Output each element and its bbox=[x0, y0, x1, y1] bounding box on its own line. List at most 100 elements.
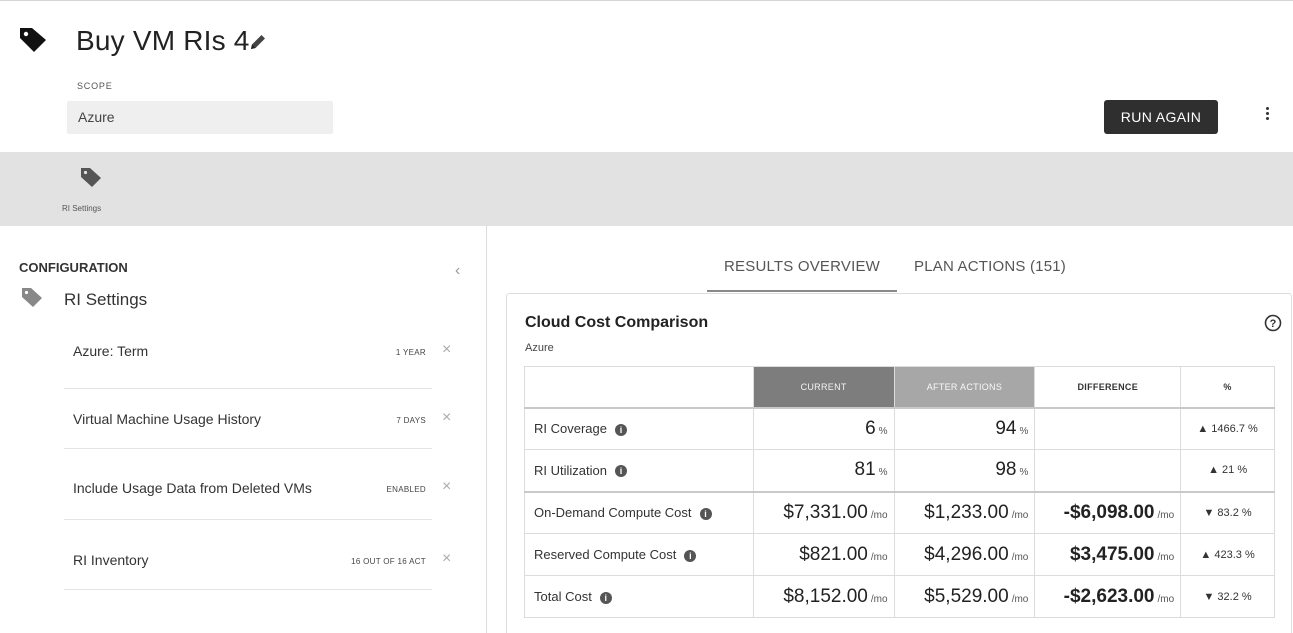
tag-icon bbox=[81, 168, 101, 187]
current-value: 81% bbox=[752, 449, 895, 492]
current-amount: $8,152.00 bbox=[783, 585, 868, 607]
scope-field[interactable]: Azure bbox=[67, 101, 333, 134]
difference-value: -$6,098.00/mo bbox=[1034, 490, 1182, 534]
settings-strip: RI Settings bbox=[0, 152, 1293, 226]
table-row: RI Coverage i 6% 94% ▲ 1466.7 % bbox=[524, 406, 1275, 450]
row-label-text: On-Demand Compute Cost bbox=[534, 505, 692, 521]
after-value: $1,233.00/mo bbox=[893, 490, 1036, 534]
tab-results-overview[interactable]: RESULTS OVERVIEW bbox=[724, 258, 880, 275]
difference-unit: /mo bbox=[1157, 593, 1175, 605]
current-value: $8,152.00/mo bbox=[752, 575, 895, 618]
current-value: $821.00/mo bbox=[752, 533, 895, 576]
setting-name: Azure: Term bbox=[73, 343, 149, 359]
setting-row[interactable]: Include Usage Data from Deleted VMs ENAB… bbox=[64, 460, 451, 520]
strip-item-ri-settings[interactable]: RI Settings bbox=[58, 160, 124, 218]
after-amount: 98 bbox=[995, 459, 1017, 481]
setting-value: 1 YEAR bbox=[395, 348, 426, 357]
run-again-button[interactable]: RUN AGAIN bbox=[1104, 100, 1218, 134]
current-amount: 6 bbox=[865, 417, 876, 439]
difference-amount: $3,475.00 bbox=[1069, 543, 1155, 565]
configuration-title: CONFIGURATION bbox=[19, 260, 128, 275]
row-label-text: RI Utilization bbox=[534, 462, 607, 478]
row-label: RI Utilization i bbox=[524, 449, 754, 492]
after-unit: /mo bbox=[1011, 593, 1029, 605]
setting-value: ENABLED bbox=[386, 485, 426, 494]
info-icon[interactable]: i bbox=[684, 549, 697, 562]
ri-settings-title: RI Settings bbox=[64, 290, 148, 309]
cloud-cost-comparison-card: Cloud Cost Comparison Azure ? CURRENT AF… bbox=[506, 293, 1292, 633]
table-row: Reserved Compute Cost i $821.00/mo $4,296… bbox=[524, 533, 1275, 576]
plan-header: Buy VM RIs 4 SCOPE Azure RUN AGAIN bbox=[0, 0, 1293, 152]
svg-text:?: ? bbox=[1270, 318, 1277, 330]
column-header-percent: % bbox=[1180, 366, 1275, 408]
row-label: On-Demand Compute Cost i bbox=[524, 490, 754, 534]
current-unit: /mo bbox=[870, 551, 888, 563]
setting-name: Include Usage Data from Deleted VMs bbox=[73, 480, 312, 496]
current-unit: /mo bbox=[870, 593, 888, 605]
question-circle-icon[interactable]: ? bbox=[1264, 314, 1282, 332]
current-value: 6% bbox=[752, 406, 895, 450]
column-header-difference: DIFFERENCE bbox=[1034, 366, 1182, 408]
after-amount: 94 bbox=[995, 417, 1017, 439]
info-icon[interactable]: i bbox=[599, 591, 612, 604]
table-row: On-Demand Compute Cost i $7,331.00/mo $1,… bbox=[524, 490, 1275, 534]
cost-comparison-table: CURRENT AFTER ACTIONS DIFFERENCE % RI Co… bbox=[524, 366, 1275, 618]
setting-row[interactable]: RI Inventory 16 OUT OF 16 ACT × bbox=[64, 530, 451, 590]
table-row: RI Utilization i 81% 98% ▲ 21 % bbox=[524, 449, 1275, 492]
after-unit: /mo bbox=[1011, 551, 1029, 563]
percent-change: ▲ 1466.7 % bbox=[1180, 406, 1275, 450]
current-unit: % bbox=[878, 425, 888, 437]
setting-row[interactable]: Virtual Machine Usage History 7 DAYS × bbox=[64, 389, 451, 449]
table-row: Total Cost i $8,152.00/mo $5,529.00/mo -$… bbox=[524, 575, 1275, 618]
setting-name: RI Inventory bbox=[73, 552, 149, 568]
difference-value bbox=[1034, 406, 1182, 450]
difference-amount: -$6,098.00 bbox=[1063, 501, 1155, 523]
difference-unit: /mo bbox=[1157, 509, 1175, 521]
setting-row[interactable]: Azure: Term 1 YEAR × bbox=[64, 329, 451, 389]
configuration-panel: CONFIGURATION ‹ RI Settings Azure: Term … bbox=[0, 226, 487, 633]
plan-title: Buy VM RIs 4 bbox=[76, 25, 250, 56]
chevron-left-icon[interactable]: ‹ bbox=[455, 263, 467, 279]
current-unit: /mo bbox=[870, 509, 888, 521]
row-label-text: RI Coverage bbox=[534, 421, 607, 437]
tag-icon bbox=[22, 288, 42, 307]
close-icon[interactable]: × bbox=[442, 341, 451, 359]
info-icon[interactable]: i bbox=[614, 465, 627, 478]
setting-name: Virtual Machine Usage History bbox=[73, 411, 262, 427]
percent-change: ▲ 21 % bbox=[1180, 449, 1275, 492]
row-label: Total Cost i bbox=[524, 575, 754, 618]
close-icon[interactable]: × bbox=[442, 478, 451, 496]
pencil-icon[interactable] bbox=[248, 32, 268, 52]
after-unit: % bbox=[1019, 467, 1029, 479]
row-label: RI Coverage i bbox=[524, 406, 754, 450]
setting-value: 16 OUT OF 16 ACT bbox=[351, 557, 426, 566]
after-value: 98% bbox=[893, 449, 1036, 492]
info-icon[interactable]: i bbox=[699, 507, 712, 520]
difference-amount: -$2,623.00 bbox=[1063, 585, 1155, 607]
tag-icon bbox=[20, 28, 46, 52]
difference-value: $3,475.00/mo bbox=[1034, 533, 1182, 576]
results-panel: RESULTS OVERVIEW PLAN ACTIONS (151) Clou… bbox=[488, 226, 1293, 633]
table-header-row: CURRENT AFTER ACTIONS DIFFERENCE % bbox=[524, 366, 1275, 408]
row-label: Reserved Compute Cost i bbox=[524, 533, 754, 576]
row-label-text: Reserved Compute Cost bbox=[534, 547, 677, 562]
after-value: $4,296.00/mo bbox=[893, 533, 1036, 576]
kebab-menu-icon[interactable] bbox=[1262, 105, 1272, 127]
close-icon[interactable]: × bbox=[442, 409, 451, 427]
after-amount: $5,529.00 bbox=[924, 585, 1009, 607]
percent-change: ▼ 32.2 % bbox=[1180, 575, 1275, 618]
difference-value bbox=[1034, 449, 1182, 492]
current-amount: $821.00 bbox=[799, 543, 868, 565]
scope-label: SCOPE bbox=[77, 81, 113, 91]
tab-plan-actions[interactable]: PLAN ACTIONS (151) bbox=[914, 258, 1066, 275]
setting-value: 7 DAYS bbox=[396, 416, 426, 425]
card-subtitle: Azure bbox=[525, 342, 554, 354]
card-title: Cloud Cost Comparison bbox=[525, 314, 709, 331]
column-header-blank bbox=[524, 366, 754, 408]
close-icon[interactable]: × bbox=[442, 550, 451, 568]
info-icon[interactable]: i bbox=[614, 423, 627, 436]
column-header-current: CURRENT bbox=[752, 366, 895, 408]
current-amount: 81 bbox=[854, 459, 876, 481]
strip-item-label: RI Settings bbox=[62, 204, 102, 213]
current-unit: % bbox=[878, 467, 888, 479]
